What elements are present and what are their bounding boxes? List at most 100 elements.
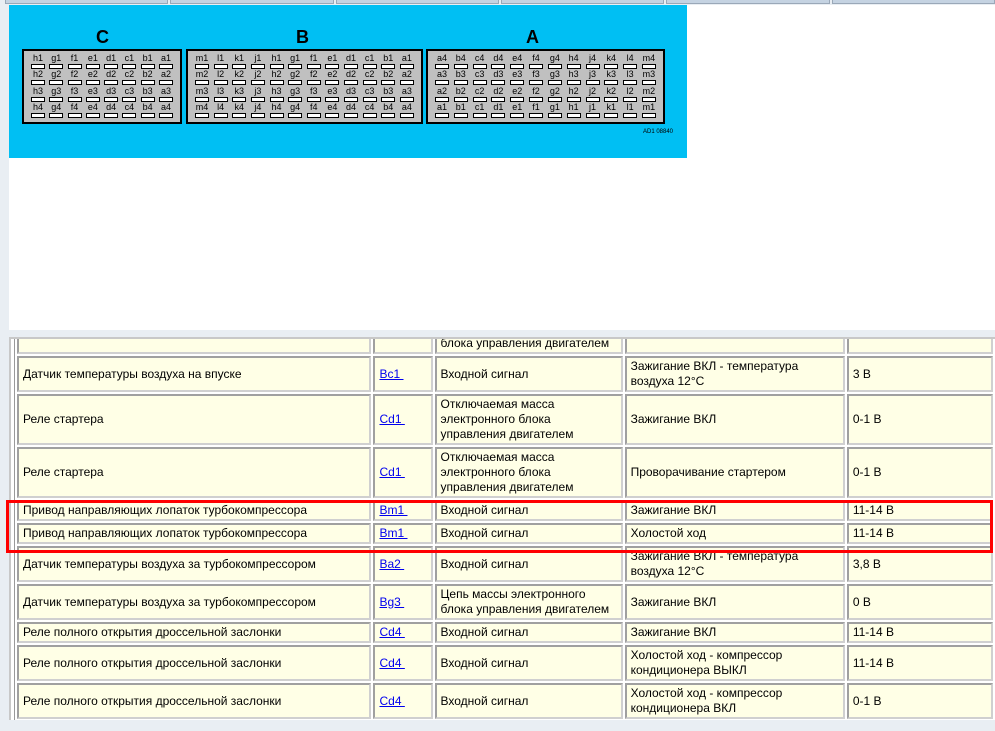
pin-table-panel[interactable]: блока управления двигателем Датчик темпер… [9, 337, 995, 720]
tab[interactable] [5, 0, 169, 4]
pin: d4 [490, 54, 506, 70]
connector-diagram: C B A h1 g1 f1 e1 d1 c1 b1 a1 h2 g2 f2 e2 d2 c2 b2 a2 h3… [9, 5, 687, 158]
pin-terminal-icon [140, 64, 155, 69]
tab[interactable] [500, 0, 665, 4]
pin-terminal-icon [547, 112, 562, 118]
pin-terminal-icon [250, 80, 265, 86]
pin-link[interactable]: Cd1 [379, 412, 404, 426]
tab[interactable] [335, 0, 499, 4]
pin-label: l4 [626, 53, 634, 63]
pin-terminal-icon [195, 80, 209, 86]
pin: h1 [269, 54, 285, 70]
pin-label: m2 [642, 85, 656, 96]
pin-label: f2 [70, 69, 79, 80]
value-cell: 3,8 В [846, 546, 993, 582]
pin-row: a4 b4 c4 d4 e4 f4 g4 h4 j4 k4 l4 m4 [434, 54, 657, 70]
pin-link[interactable]: Bm1 [379, 503, 407, 517]
pin: j3 [250, 86, 266, 103]
pin-label: f1 [309, 53, 318, 63]
pin-terminal-icon [641, 112, 656, 118]
pin-cell: Bc1 [373, 356, 433, 392]
pin-label: h4 [271, 101, 282, 112]
pin-terminal-icon [213, 80, 228, 86]
pin-label: c2 [474, 85, 485, 96]
pin: m1 [641, 102, 657, 119]
component-cell [17, 339, 372, 354]
tab[interactable] [831, 0, 995, 4]
pin: f3 [528, 70, 544, 86]
pin: j4 [585, 54, 601, 70]
pin-label: k3 [234, 85, 244, 96]
pin: m3 [194, 86, 210, 103]
pin-terminal-icon [344, 80, 358, 86]
pin-label: l3 [217, 85, 225, 96]
pin-label: a2 [401, 69, 412, 80]
pin: k1 [603, 102, 619, 119]
pin: g4 [287, 102, 303, 119]
pin-terminal-icon [566, 96, 581, 102]
pin-label: c4 [364, 101, 375, 112]
pin-label: a1 [160, 53, 171, 63]
pin: b1 [140, 54, 156, 70]
pin-terminal-icon [250, 96, 265, 102]
pin-terminal-icon [67, 80, 82, 86]
pin: h2 [566, 86, 582, 103]
pin-label: g1 [549, 101, 560, 112]
pin-terminal-icon [232, 112, 247, 118]
pin-terminal-icon [344, 64, 358, 69]
pin-label: f2 [309, 69, 318, 80]
pin-row: a2 b2 c2 d2 e2 f2 g2 h2 j2 k2 l2 m2 [434, 85, 657, 103]
pin-label: f4 [70, 101, 79, 112]
pin-label: g2 [51, 69, 62, 80]
pin: e2 [509, 86, 525, 103]
pin-label: j2 [588, 85, 596, 96]
pin-link[interactable]: Cd4 [379, 656, 404, 670]
pin-terminal-icon [510, 64, 525, 69]
pin-link[interactable]: Cd1 [379, 465, 404, 479]
pin: e4 [85, 102, 101, 119]
tab[interactable] [666, 0, 830, 4]
pin-row: m3 l3 k3 j3 h3 g3 f3 e3 d3 c3 b3 a3 [194, 85, 415, 103]
pin-terminal-icon [344, 96, 358, 102]
pin-label: l1 [626, 101, 634, 112]
pin-label: f3 [532, 69, 540, 80]
pin-link[interactable]: Cd4 [379, 694, 404, 708]
pin: k4 [231, 102, 247, 119]
pin: f4 [528, 54, 544, 70]
pin-terminal-icon [566, 80, 581, 86]
pin-row: m2 l2 k2 j2 h2 g2 f2 e2 d2 c2 b2 a2 [194, 70, 415, 86]
pin-link[interactable]: Bg3 [379, 595, 404, 609]
pin: m3 [641, 70, 657, 86]
pin-label: a3 [160, 85, 171, 96]
pin: j2 [585, 85, 601, 103]
pin-terminal-icon [623, 96, 638, 102]
pin-link[interactable]: Bc1 [379, 367, 403, 381]
pin-link[interactable]: Cd4 [379, 625, 404, 639]
pin: e2 [324, 70, 340, 86]
pin-label: d4 [106, 101, 117, 112]
pin-label: c2 [124, 69, 135, 80]
pin-row: m4 l4 k4 j4 h4 g4 f4 e4 d4 c4 b4 a4 [194, 101, 415, 119]
pin-link[interactable]: Ba2 [379, 557, 404, 571]
pin-terminal-icon [435, 96, 449, 102]
pin-terminal-icon [547, 64, 562, 69]
tab[interactable] [170, 0, 334, 4]
pin: d2 [103, 70, 119, 86]
pin-row: h1 g1 f1 e1 d1 c1 b1 a1 [30, 54, 174, 70]
pin-terminal-icon [510, 80, 525, 86]
value-cell: 0-1 В [846, 447, 993, 498]
pin-label: j4 [254, 101, 262, 112]
pin-label: e1 [87, 53, 98, 63]
signal-cell: Входной сигнал [434, 523, 623, 544]
connector-label-c: C [96, 27, 109, 47]
pin: l4 [213, 102, 229, 119]
pin: g3 [287, 86, 303, 103]
pin-terminal-icon [491, 80, 506, 86]
pin-label: j4 [588, 53, 596, 63]
component-cell: Реле полного открытия дроссельной заслон… [17, 622, 372, 643]
pin: h4 [566, 54, 582, 70]
pin-terminal-icon [529, 96, 544, 102]
pin: c4 [472, 54, 488, 70]
pin-label: c1 [124, 53, 135, 63]
pin-link[interactable]: Bm1 [379, 526, 407, 540]
